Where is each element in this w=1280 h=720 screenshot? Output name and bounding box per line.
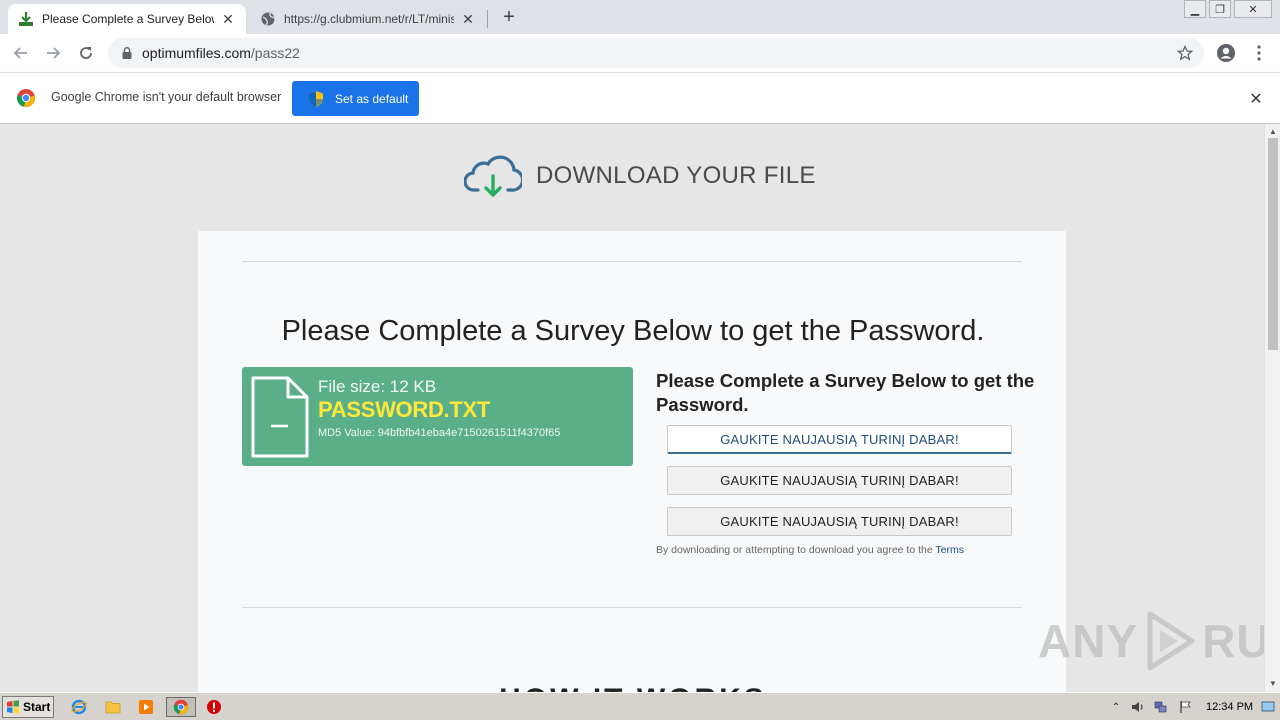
download-card: Please Complete a Survey Below to get th…: [197, 230, 1067, 692]
divider: [242, 607, 1022, 608]
terms-notice: By downloading or attempting to download…: [656, 544, 965, 556]
new-tab-button[interactable]: +: [498, 6, 520, 28]
default-browser-infobar: Google Chrome isn't your default browser…: [0, 72, 1280, 124]
terms-link[interactable]: Terms: [935, 544, 964, 556]
survey-heading: Please Complete a Survey Below to get th…: [656, 370, 1035, 415]
globe-icon: [260, 11, 276, 27]
windows-taskbar: Start ⌃ 12:34 PM: [0, 692, 1280, 720]
menu-button[interactable]: [1246, 40, 1272, 66]
close-tab-icon[interactable]: ✕: [460, 11, 476, 27]
cloud-download-icon: [464, 155, 522, 197]
set-as-default-button[interactable]: Set as default: [292, 81, 419, 116]
divider: [242, 261, 1022, 262]
browser-toolbar: optimumfiles.com/pass22: [0, 34, 1280, 72]
how-it-works-heading: HOW IT WORKS: [198, 683, 1068, 692]
anyrun-watermark: ANY RUN: [1038, 610, 1264, 672]
minimize-button[interactable]: ▁: [1184, 0, 1206, 18]
file-name: PASSWORD.TXT: [318, 397, 490, 422]
close-window-button[interactable]: ✕: [1234, 0, 1272, 18]
file-size: File size: 12 KB: [318, 377, 437, 396]
tab-clubmium[interactable]: https://g.clubmium.net/r/LT/minisite ✕: [250, 4, 486, 34]
scroll-down-icon[interactable]: ▼: [1268, 678, 1278, 688]
vertical-scrollbar[interactable]: ▲ ▼: [1264, 124, 1280, 692]
file-info-box: File size: 12 KB PASSWORD.TXT MD5 Value:…: [242, 367, 633, 466]
tab-title: Please Complete a Survey Below to get th…: [42, 12, 214, 26]
bookmark-star-icon[interactable]: [1176, 44, 1194, 62]
tab-separator: [487, 10, 488, 28]
address-bar[interactable]: optimumfiles.com/pass22: [108, 38, 1204, 68]
kebab-menu-icon: [1257, 45, 1261, 61]
survey-button-2[interactable]: GAUKITE NAUJAUSIĄ TURINĮ DABAR!: [667, 466, 1012, 495]
page-title: DOWNLOAD YOUR FILE: [536, 162, 816, 189]
chrome-logo-icon: [17, 89, 35, 108]
speaker-icon[interactable]: [1130, 699, 1146, 715]
taskbar-clock[interactable]: 12:34 PM: [1206, 701, 1253, 713]
reload-button[interactable]: [73, 40, 99, 66]
avatar-icon: [1217, 44, 1235, 62]
chrome-taskbar-icon[interactable]: [166, 697, 196, 717]
download-icon: [18, 11, 34, 27]
file-explorer-icon[interactable]: [102, 697, 124, 717]
windows-logo-icon: [7, 700, 19, 714]
stop-alert-icon[interactable]: [203, 697, 225, 717]
tab-survey[interactable]: Please Complete a Survey Below to get th…: [8, 4, 246, 34]
tab-strip: Please Complete a Survey Below to get th…: [0, 0, 1280, 34]
page-header: DOWNLOAD YOUR FILE: [464, 152, 816, 200]
desktop: Please Complete a Survey Below to get th…: [0, 0, 1280, 720]
card-heading: Please Complete a Survey Below to get th…: [281, 315, 985, 347]
set-as-default-label: Set as default: [335, 91, 409, 106]
infobar-message: Google Chrome isn't your default browser: [51, 90, 282, 104]
tab-title: https://g.clubmium.net/r/LT/minisite: [284, 12, 454, 26]
profile-button[interactable]: [1213, 40, 1239, 66]
media-player-icon[interactable]: [135, 697, 157, 717]
restore-button[interactable]: ❐: [1209, 0, 1231, 18]
network-icon[interactable]: [1153, 699, 1169, 715]
start-button[interactable]: Start: [2, 696, 54, 718]
scroll-up-icon[interactable]: ▲: [1268, 126, 1278, 136]
url-text: optimumfiles.com/pass22: [142, 45, 300, 61]
reload-icon: [80, 47, 92, 59]
file-icon: [251, 376, 309, 458]
close-infobar-icon[interactable]: ✕: [1247, 90, 1265, 108]
forward-button[interactable]: [40, 40, 66, 66]
show-hidden-icons-chevron-icon[interactable]: ⌃: [1108, 699, 1124, 715]
back-arrow-icon: [13, 47, 27, 59]
back-button[interactable]: [8, 40, 34, 66]
survey-button-1[interactable]: GAUKITE NAUJAUSIĄ TURINĮ DABAR!: [667, 425, 1012, 454]
uac-shield-icon: [309, 90, 323, 107]
internet-explorer-icon[interactable]: [68, 697, 90, 717]
page-viewport: DOWNLOAD YOUR FILE Please Complete a Sur…: [0, 124, 1264, 692]
action-center-flag-icon[interactable]: [1178, 699, 1194, 715]
lock-icon[interactable]: [120, 46, 134, 60]
file-md5: MD5 Value: 94bfbfb41eba4e7150261511f4370…: [318, 427, 561, 439]
anyrun-play-logo-icon: [1147, 611, 1195, 671]
survey-button-3[interactable]: GAUKITE NAUJAUSIĄ TURINĮ DABAR!: [667, 507, 1012, 536]
scrollbar-thumb[interactable]: [1268, 138, 1278, 350]
forward-arrow-icon: [47, 47, 61, 59]
close-tab-icon[interactable]: ✕: [220, 11, 236, 27]
show-desktop-icon[interactable]: [1260, 699, 1276, 715]
